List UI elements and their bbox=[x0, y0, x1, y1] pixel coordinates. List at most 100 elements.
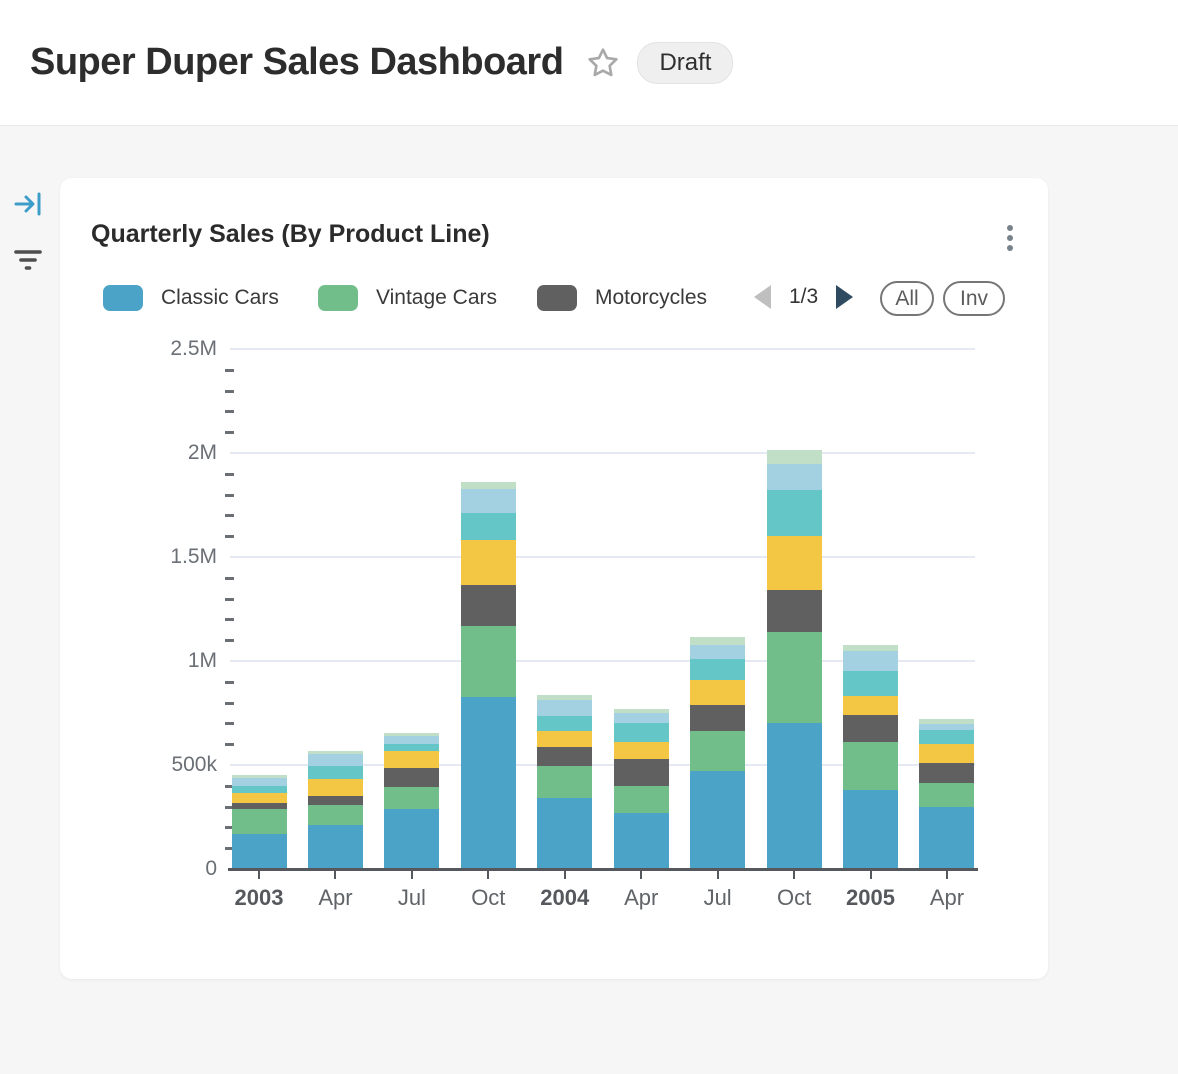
bar-segment[interactable] bbox=[537, 695, 592, 700]
bar-segment[interactable] bbox=[614, 709, 669, 713]
bar-segment[interactable] bbox=[308, 779, 363, 796]
bar-segment[interactable] bbox=[919, 730, 974, 744]
bar-segment[interactable] bbox=[308, 754, 363, 766]
bar-segment[interactable] bbox=[614, 713, 669, 722]
star-icon[interactable] bbox=[585, 45, 621, 81]
bar-segment[interactable] bbox=[232, 809, 287, 834]
bar-segment[interactable] bbox=[919, 783, 974, 807]
legend-label: Motorcycles bbox=[595, 286, 707, 310]
bar-segment[interactable] bbox=[461, 540, 516, 585]
x-axis-tick bbox=[564, 871, 566, 879]
y-axis-tick-label: 0 bbox=[145, 857, 217, 881]
bar-segment[interactable] bbox=[614, 786, 669, 813]
bar-segment[interactable] bbox=[767, 464, 822, 491]
bar-segment[interactable] bbox=[232, 778, 287, 786]
x-axis-tick bbox=[411, 871, 413, 879]
bar-segment[interactable] bbox=[690, 771, 745, 869]
bar-segment[interactable] bbox=[614, 759, 669, 786]
y-axis-minor-tick bbox=[225, 743, 234, 746]
legend-item-vintage-cars[interactable]: Vintage Cars bbox=[318, 285, 497, 311]
bar-segment[interactable] bbox=[537, 700, 592, 716]
status-badge: Draft bbox=[637, 42, 733, 84]
bar-segment[interactable] bbox=[308, 825, 363, 869]
x-axis-tick bbox=[334, 871, 336, 879]
bar-segment[interactable] bbox=[384, 787, 439, 810]
select-all-button[interactable]: All bbox=[880, 281, 934, 316]
y-axis-tick-label: 2.5M bbox=[145, 337, 217, 361]
y-axis-minor-tick bbox=[225, 410, 234, 413]
bar-segment[interactable] bbox=[384, 733, 439, 736]
bar-segment[interactable] bbox=[461, 489, 516, 513]
bar-segment[interactable] bbox=[919, 719, 974, 724]
legend-next-icon[interactable] bbox=[836, 285, 853, 309]
bar-segment[interactable] bbox=[919, 744, 974, 763]
filter-icon[interactable] bbox=[13, 243, 43, 273]
legend-swatch bbox=[318, 285, 358, 311]
bar-segment[interactable] bbox=[308, 796, 363, 805]
bar-segment[interactable] bbox=[614, 723, 669, 742]
bar-segment[interactable] bbox=[308, 805, 363, 825]
bar-segment[interactable] bbox=[461, 482, 516, 489]
bar-segment[interactable] bbox=[690, 731, 745, 771]
bar-segment[interactable] bbox=[384, 809, 439, 869]
bar-segment[interactable] bbox=[919, 763, 974, 783]
bar-segment[interactable] bbox=[232, 793, 287, 802]
bar-segment[interactable] bbox=[537, 731, 592, 747]
invert-selection-button[interactable]: Inv bbox=[943, 281, 1005, 316]
bar-segment[interactable] bbox=[690, 645, 745, 659]
bar-segment[interactable] bbox=[767, 536, 822, 590]
bar-segment[interactable] bbox=[767, 450, 822, 463]
bar-segment[interactable] bbox=[232, 786, 287, 793]
bar-segment[interactable] bbox=[690, 680, 745, 705]
legend-swatch bbox=[103, 285, 143, 311]
y-axis-minor-tick bbox=[225, 369, 234, 372]
bar-segment[interactable] bbox=[232, 775, 287, 778]
bar-segment[interactable] bbox=[614, 813, 669, 869]
bar-segment[interactable] bbox=[384, 768, 439, 786]
bar-segment[interactable] bbox=[843, 742, 898, 790]
bar-segment[interactable] bbox=[232, 803, 287, 809]
page-title: Super Duper Sales Dashboard bbox=[30, 41, 563, 84]
bar-segment[interactable] bbox=[384, 736, 439, 744]
bar-segment[interactable] bbox=[767, 632, 822, 723]
bar-segment[interactable] bbox=[461, 626, 516, 697]
kebab-menu-icon[interactable] bbox=[998, 218, 1022, 258]
bar-segment[interactable] bbox=[919, 724, 974, 730]
legend-label: Vintage Cars bbox=[376, 286, 497, 310]
bar-segment[interactable] bbox=[232, 834, 287, 869]
bar-segment[interactable] bbox=[767, 590, 822, 632]
bar-segment[interactable] bbox=[461, 697, 516, 869]
legend-prev-icon[interactable] bbox=[754, 285, 771, 309]
bar-segment[interactable] bbox=[843, 790, 898, 869]
bar-segment[interactable] bbox=[843, 645, 898, 651]
legend-item-motorcycles[interactable]: Motorcycles bbox=[537, 285, 707, 311]
bar-segment[interactable] bbox=[843, 671, 898, 696]
bar-segment[interactable] bbox=[461, 585, 516, 626]
bar-segment[interactable] bbox=[537, 766, 592, 799]
bar-segment[interactable] bbox=[537, 747, 592, 766]
bar-segment[interactable] bbox=[843, 651, 898, 671]
expand-panel-icon[interactable] bbox=[13, 189, 43, 219]
bar-segment[interactable] bbox=[461, 513, 516, 540]
bar-segment[interactable] bbox=[384, 744, 439, 750]
bar-segment[interactable] bbox=[308, 751, 363, 754]
bar-segment[interactable] bbox=[690, 659, 745, 680]
x-axis-tick bbox=[946, 871, 948, 879]
y-axis-minor-tick bbox=[225, 431, 234, 434]
bar-segment[interactable] bbox=[767, 490, 822, 536]
bar-segment[interactable] bbox=[384, 751, 439, 769]
bar-segment[interactable] bbox=[690, 637, 745, 645]
bar-segment[interactable] bbox=[537, 716, 592, 731]
y-axis-tick-label: 500k bbox=[145, 753, 217, 777]
bar-segment[interactable] bbox=[537, 798, 592, 869]
bar-segment[interactable] bbox=[767, 723, 822, 869]
bar-segment[interactable] bbox=[614, 742, 669, 759]
y-axis-minor-tick bbox=[225, 681, 234, 684]
legend-item-classic-cars[interactable]: Classic Cars bbox=[103, 285, 279, 311]
bar-segment[interactable] bbox=[843, 696, 898, 715]
bar-segment[interactable] bbox=[919, 807, 974, 869]
y-axis-minor-tick bbox=[225, 618, 234, 621]
bar-segment[interactable] bbox=[308, 766, 363, 779]
bar-segment[interactable] bbox=[843, 715, 898, 742]
bar-segment[interactable] bbox=[690, 705, 745, 731]
